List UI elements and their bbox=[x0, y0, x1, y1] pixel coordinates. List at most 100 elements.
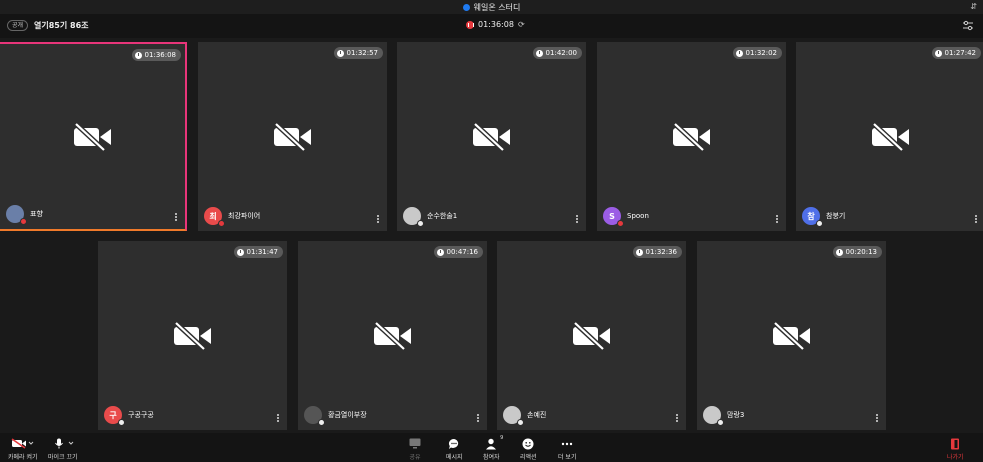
camera-toggle-button[interactable]: 카메라 켜기 bbox=[8, 437, 38, 461]
mic-status-icon bbox=[118, 419, 125, 426]
participants-label: 참여자 bbox=[483, 454, 500, 461]
more-dots-icon bbox=[562, 442, 573, 445]
camera-off-icon bbox=[572, 321, 610, 350]
share-label: 공유 bbox=[409, 454, 421, 461]
camera-off-icon bbox=[73, 122, 111, 151]
participant-name-row: 표향 bbox=[6, 205, 43, 225]
chat-bubble-icon bbox=[449, 438, 459, 449]
participant-menu-icon[interactable] bbox=[277, 414, 279, 422]
microphone-icon bbox=[54, 438, 74, 449]
participant-tile[interactable]: 00:20:13 맘랑3 bbox=[697, 241, 886, 430]
settings-sliders-icon[interactable] bbox=[962, 20, 974, 32]
participant-name-row: 구 구공구공 bbox=[104, 406, 154, 426]
participant-name: 참붕기 bbox=[826, 212, 846, 220]
participation-time-badge: 01:31:47 bbox=[233, 246, 283, 258]
participant-menu-icon[interactable] bbox=[377, 215, 379, 223]
participant-tile[interactable]: 01:32:02 S Spoon bbox=[597, 42, 786, 231]
participant-name-row: 황금열이부장 bbox=[304, 406, 367, 426]
participant-name-row: S Spoon bbox=[603, 207, 649, 227]
public-badge: 공개 bbox=[7, 20, 29, 31]
participant-name: 황금열이부장 bbox=[328, 411, 367, 419]
mic-status-icon bbox=[417, 220, 424, 227]
participant-name-row: 순수한술1 bbox=[403, 207, 457, 227]
participant-menu-icon[interactable] bbox=[477, 414, 479, 422]
avatar bbox=[6, 205, 27, 225]
share-button[interactable]: 공유 bbox=[409, 437, 421, 461]
avatar-initial: S bbox=[609, 211, 615, 221]
whale-logo-icon bbox=[462, 3, 470, 11]
camera-off-icon bbox=[11, 438, 34, 449]
refresh-icon[interactable]: ⟳ bbox=[518, 20, 525, 29]
participant-menu-icon[interactable] bbox=[676, 414, 678, 422]
clock-icon bbox=[635, 248, 643, 256]
smile-icon bbox=[522, 438, 534, 449]
meeting-timer: 01:36:08 ⟳ bbox=[466, 20, 525, 29]
window-menu-icon[interactable]: ⇵ bbox=[970, 2, 977, 11]
avatar-initial: 구 bbox=[109, 410, 117, 420]
avatar bbox=[304, 406, 325, 426]
participant-menu-icon[interactable] bbox=[175, 213, 177, 221]
participant-name-row: 최 최강파이어 bbox=[204, 207, 260, 227]
mic-toggle-button[interactable]: 마이크 끄기 bbox=[48, 437, 78, 461]
camera-off-icon bbox=[273, 122, 311, 151]
participation-time-badge: 01:36:08 bbox=[131, 49, 181, 61]
mic-status-icon bbox=[218, 220, 225, 227]
participant-name: 맘랑3 bbox=[727, 411, 745, 419]
camera-toggle-label: 카메라 켜기 bbox=[8, 454, 38, 461]
participant-tile[interactable]: 01:27:42 참 참붕기 bbox=[796, 42, 983, 231]
mic-toggle-label: 마이크 끄기 bbox=[48, 454, 78, 461]
more-button[interactable]: 더 보기 bbox=[558, 437, 576, 461]
leave-button[interactable]: 나가기 bbox=[947, 437, 964, 461]
participation-time: 01:32:02 bbox=[745, 49, 777, 57]
participant-name: Spoon bbox=[627, 212, 649, 220]
participation-time: 01:32:36 bbox=[645, 248, 677, 256]
participants-count: 9 bbox=[500, 435, 504, 441]
camera-off-icon bbox=[373, 321, 411, 350]
clock-icon bbox=[436, 248, 444, 256]
avatar: 구 bbox=[104, 406, 125, 426]
meeting-timer-text: 01:36:08 bbox=[478, 20, 514, 29]
screen-share-icon bbox=[409, 438, 421, 449]
avatar: 최 bbox=[204, 207, 225, 227]
participant-tile[interactable]: 01:36:08 표향 bbox=[0, 42, 187, 231]
window-titlebar: 웨일온 스터디 ⇵ bbox=[0, 0, 983, 14]
mic-status-icon bbox=[517, 419, 524, 426]
avatar-initial: 참 bbox=[807, 211, 815, 221]
participant-name: 표향 bbox=[30, 210, 43, 218]
room-name: 열기85기 86조 bbox=[34, 21, 89, 30]
participation-time-badge: 01:32:36 bbox=[632, 246, 682, 258]
participant-menu-icon[interactable] bbox=[576, 215, 578, 223]
avatar bbox=[403, 207, 424, 227]
exit-door-icon bbox=[951, 438, 960, 449]
message-button[interactable]: 메시지 bbox=[446, 437, 463, 461]
participant-name-row: 손예진 bbox=[503, 406, 546, 426]
camera-off-icon bbox=[871, 122, 909, 151]
meeting-header: 공개 열기85기 86조 01:36:08 ⟳ bbox=[0, 14, 983, 38]
participant-tile[interactable]: 01:31:47 구 구공구공 bbox=[98, 241, 287, 430]
participant-tile[interactable]: 01:32:36 손예진 bbox=[497, 241, 686, 430]
window-title: 웨일온 스터디 bbox=[473, 2, 521, 12]
participants-button[interactable]: 9 참여자 bbox=[483, 435, 504, 461]
camera-off-icon bbox=[772, 321, 810, 350]
participation-time: 01:27:42 bbox=[944, 49, 976, 57]
reaction-button[interactable]: 리액션 bbox=[520, 437, 537, 461]
participation-time: 01:32:57 bbox=[346, 49, 378, 57]
participation-time: 01:31:47 bbox=[246, 248, 278, 256]
mic-status-icon bbox=[617, 220, 624, 227]
person-icon bbox=[486, 438, 497, 449]
participation-time-badge: 00:47:16 bbox=[433, 246, 483, 258]
participant-menu-icon[interactable] bbox=[876, 414, 878, 422]
participation-time: 00:20:13 bbox=[845, 248, 877, 256]
message-label: 메시지 bbox=[446, 454, 463, 461]
camera-off-icon bbox=[472, 122, 510, 151]
reaction-label: 리액션 bbox=[520, 454, 537, 461]
leave-label: 나가기 bbox=[947, 454, 964, 461]
participant-tile[interactable]: 01:42:00 순수한술1 bbox=[397, 42, 586, 231]
participation-time: 00:47:16 bbox=[446, 248, 478, 256]
avatar bbox=[503, 406, 524, 426]
participant-tile[interactable]: 01:32:57 최 최강파이어 bbox=[198, 42, 387, 231]
participation-time-badge: 00:20:13 bbox=[832, 246, 882, 258]
participant-menu-icon[interactable] bbox=[975, 215, 977, 223]
participant-tile[interactable]: 00:47:16 황금열이부장 bbox=[298, 241, 487, 430]
participant-menu-icon[interactable] bbox=[776, 215, 778, 223]
